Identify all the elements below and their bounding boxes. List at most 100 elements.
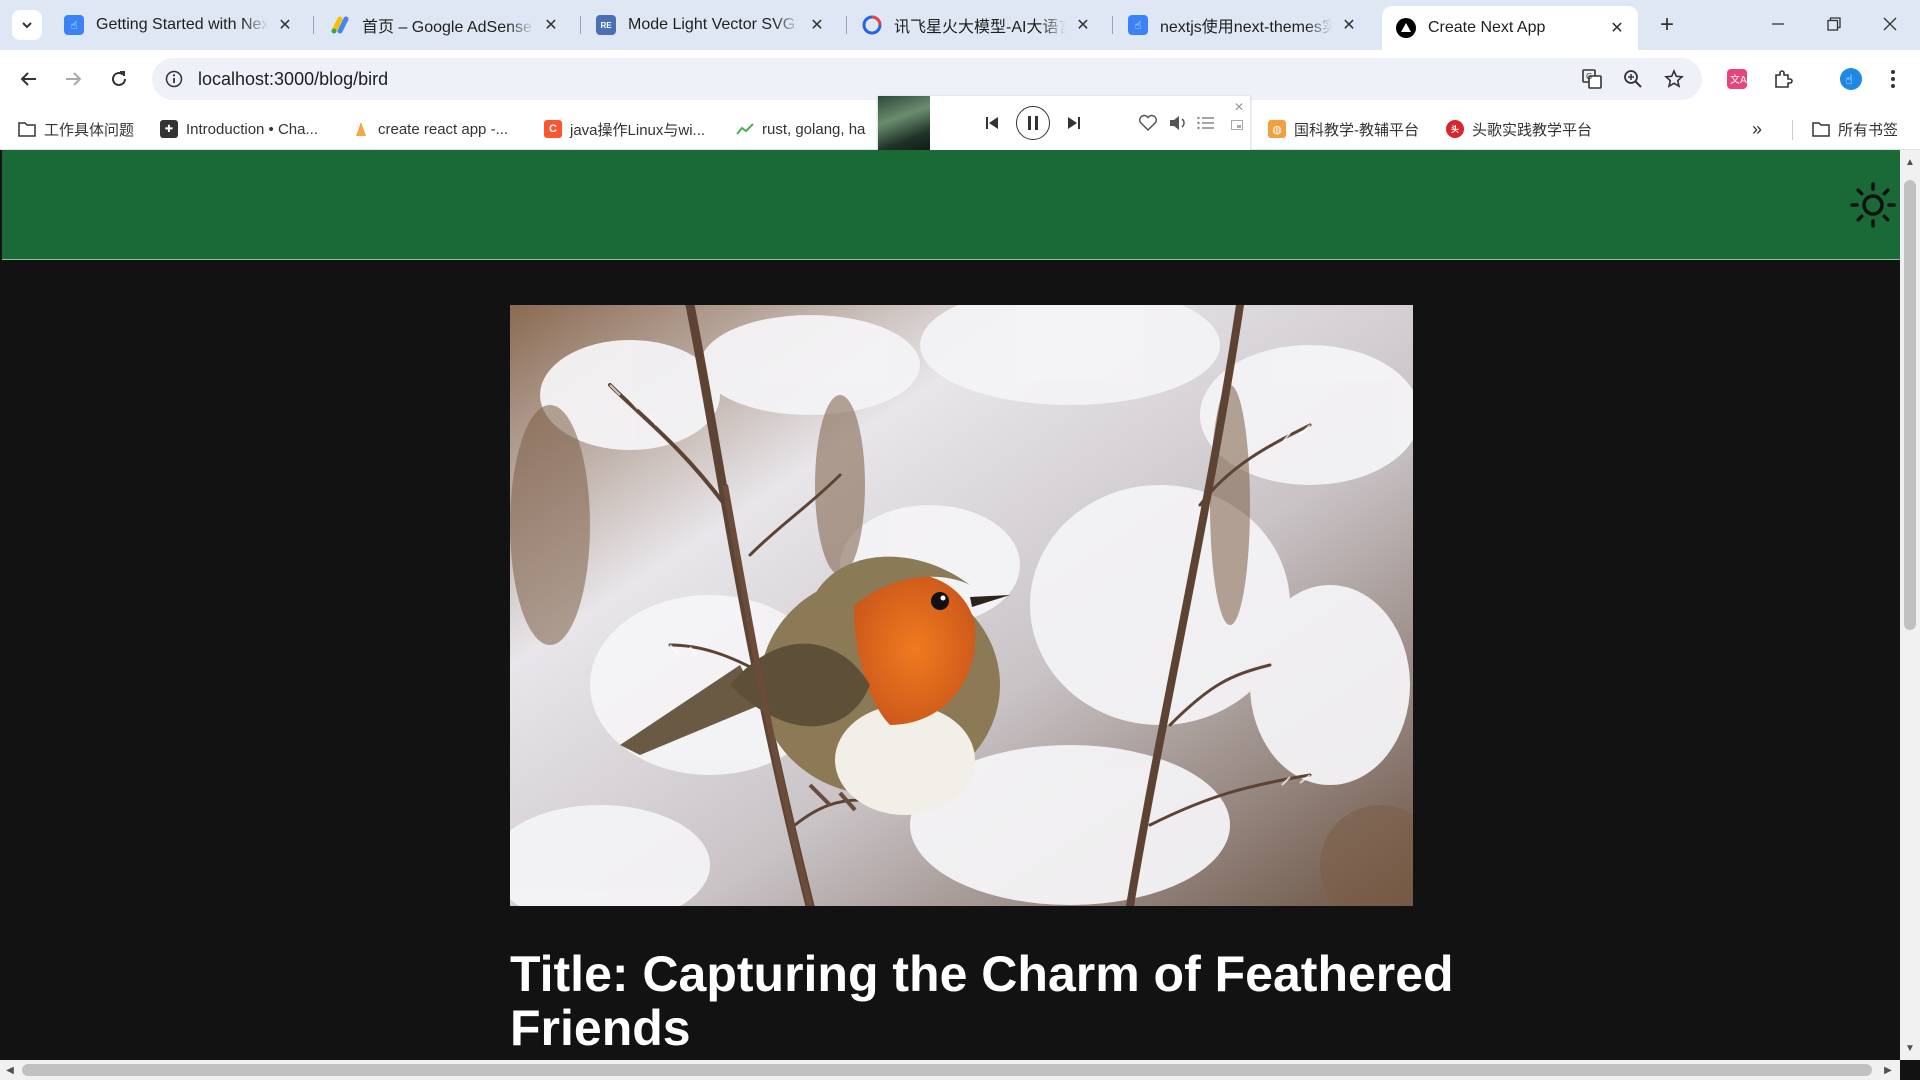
bookmark-label: 工作具体问题 [44, 121, 135, 139]
hero-image [510, 305, 1413, 906]
bookmark-label: 头歌实践教学平台 [1472, 121, 1593, 139]
horizontal-scrollbar[interactable]: ◀ ▶ [0, 1060, 1900, 1080]
new-tab-button[interactable]: + [1652, 10, 1682, 40]
tab-separator [313, 16, 314, 34]
folder-icon [1812, 120, 1830, 138]
url-text[interactable]: localhost:3000/blog/bird [198, 69, 388, 90]
forward-button[interactable] [56, 62, 90, 96]
tab-next-themes[interactable]: ☝ nextjs使用next-themes实现 ✕ [1114, 6, 1370, 44]
volume-icon [1170, 116, 1185, 130]
scroll-up-arrow-icon[interactable]: ▲ [1902, 154, 1918, 170]
close-icon[interactable]: ✕ [274, 14, 296, 36]
more-menu-icon[interactable] [1878, 64, 1908, 94]
bookmark-item[interactable]: ◍ 国科教学-教辅平台 [1268, 114, 1419, 144]
bookmark-label: 所有书签 [1838, 121, 1899, 139]
close-icon[interactable]: ✕ [1606, 17, 1628, 39]
more-bookmarks-button[interactable]: » [1752, 114, 1762, 144]
scroll-right-arrow-icon[interactable]: ▶ [1880, 1062, 1896, 1078]
restore-button[interactable] [1806, 0, 1862, 48]
close-icon[interactable]: ✕ [1338, 14, 1360, 36]
tab-getting-started[interactable]: ☝ Getting Started with Next.js ✕ [50, 6, 306, 44]
tab-separator [846, 16, 847, 34]
back-button[interactable] [12, 62, 46, 96]
pause-icon [1028, 116, 1038, 130]
svg-text:文A: 文A [1730, 73, 1747, 86]
close-window-button[interactable] [1862, 0, 1918, 48]
tab-mode-light-svg[interactable]: RE Mode Light Vector SVG Icon ✕ [582, 6, 838, 44]
scrollbar-thumb[interactable] [22, 1064, 1872, 1076]
bookmark-item[interactable]: ✚ Introduction • Cha... [160, 114, 318, 144]
bookmark-item[interactable]: create react app -... [352, 114, 508, 144]
svgrepo-icon: RE [596, 15, 616, 35]
chakra-icon: ✚ [160, 120, 178, 138]
folder-icon [18, 120, 36, 138]
bookmark-label: java操作Linux与wi... [570, 121, 706, 139]
vertical-scrollbar[interactable]: ▲ ▼ [1900, 150, 1920, 1060]
tab-title: Create Next App [1428, 19, 1546, 36]
next-track-button[interactable] [1062, 111, 1086, 135]
address-bar[interactable]: localhost:3000/blog/bird G [152, 58, 1702, 100]
tab-search-button[interactable] [12, 10, 42, 40]
scroll-left-arrow-icon[interactable]: ◀ [2, 1062, 18, 1078]
tab-xunfei-spark[interactable]: 讯飞星火大模型-AI大语言模型 ✕ [848, 6, 1104, 44]
tab-separator [580, 16, 581, 34]
close-media-button[interactable]: ✕ [1232, 100, 1246, 114]
arrow-right-icon [66, 72, 82, 86]
bookmark-folder[interactable]: 工作具体问题 [18, 114, 134, 144]
previous-track-button[interactable] [980, 111, 1004, 135]
scroll-down-arrow-icon[interactable]: ▼ [1902, 1040, 1918, 1056]
tab-title: Getting Started with Next.js [96, 16, 268, 33]
close-icon[interactable]: ✕ [1072, 14, 1094, 36]
guoke-icon: ◍ [1268, 120, 1286, 138]
album-art [878, 96, 930, 150]
skip-previous-icon [986, 117, 998, 129]
profile-avatar[interactable]: ☝ [1836, 64, 1866, 94]
page-viewport: Title: Capturing the Charm of Feathered … [2, 150, 1900, 1060]
chevron-down-icon [22, 22, 32, 29]
picture-in-picture-button[interactable] [1230, 118, 1244, 132]
tab-title: 首页 – Google AdSense [362, 19, 532, 36]
skip-next-icon [1068, 117, 1080, 129]
tab-title: 讯飞星火大模型-AI大语言模型 [894, 19, 1066, 36]
tab-title: nextjs使用next-themes实现 [1160, 19, 1332, 36]
site-header [2, 150, 1900, 260]
translate-extension-icon[interactable]: 文A [1722, 64, 1752, 94]
restore-icon [1827, 17, 1841, 31]
hand-pointer-icon: ☝ [64, 15, 84, 35]
bookmark-item[interactable]: rust, golang, ha [736, 114, 865, 144]
star-bookmark-icon[interactable] [1662, 67, 1686, 91]
info-icon[interactable] [162, 67, 186, 91]
like-button[interactable] [1136, 111, 1160, 135]
all-bookmarks-folder[interactable]: 所有书签 [1812, 114, 1898, 144]
hand-pointer-icon: ☝ [1128, 15, 1148, 35]
extensions-puzzle-icon[interactable] [1768, 64, 1798, 94]
volume-button[interactable] [1166, 111, 1190, 135]
minimize-icon [1772, 23, 1784, 25]
tab-google-adsense[interactable]: 首页 – Google AdSense ✕ [316, 6, 572, 44]
list-icon [1197, 116, 1214, 130]
tab-create-next-app[interactable]: Create Next App ✕ [1382, 6, 1638, 50]
close-icon[interactable]: ✕ [806, 14, 828, 36]
scrollbar-thumb[interactable] [1904, 180, 1916, 630]
divider [1792, 120, 1793, 140]
heart-icon [1139, 114, 1157, 132]
bookmark-item[interactable]: C java操作Linux与wi... [544, 114, 705, 144]
playlist-button[interactable] [1194, 111, 1218, 135]
media-controls-popup: ✕ [878, 96, 1250, 150]
pause-button[interactable] [1016, 106, 1050, 140]
bookmark-item[interactable]: 头 头歌实践教学平台 [1446, 114, 1592, 144]
double-chevron-right-icon: » [1752, 118, 1763, 139]
spark-icon [862, 15, 882, 35]
minimize-button[interactable] [1750, 0, 1806, 48]
reload-button[interactable] [102, 62, 136, 96]
cra-icon [352, 120, 370, 138]
zoom-icon[interactable] [1621, 67, 1645, 91]
adsense-icon [330, 15, 350, 35]
tab-strip: ☝ Getting Started with Next.js ✕ 首页 – Go… [0, 0, 1920, 50]
plus-icon: + [1659, 11, 1674, 38]
close-icon [1883, 17, 1897, 31]
translate-icon[interactable]: G [1580, 67, 1604, 91]
close-icon[interactable]: ✕ [540, 14, 562, 36]
bookmark-label: rust, golang, ha [762, 120, 866, 138]
theme-toggle-button[interactable] [1846, 178, 1900, 232]
